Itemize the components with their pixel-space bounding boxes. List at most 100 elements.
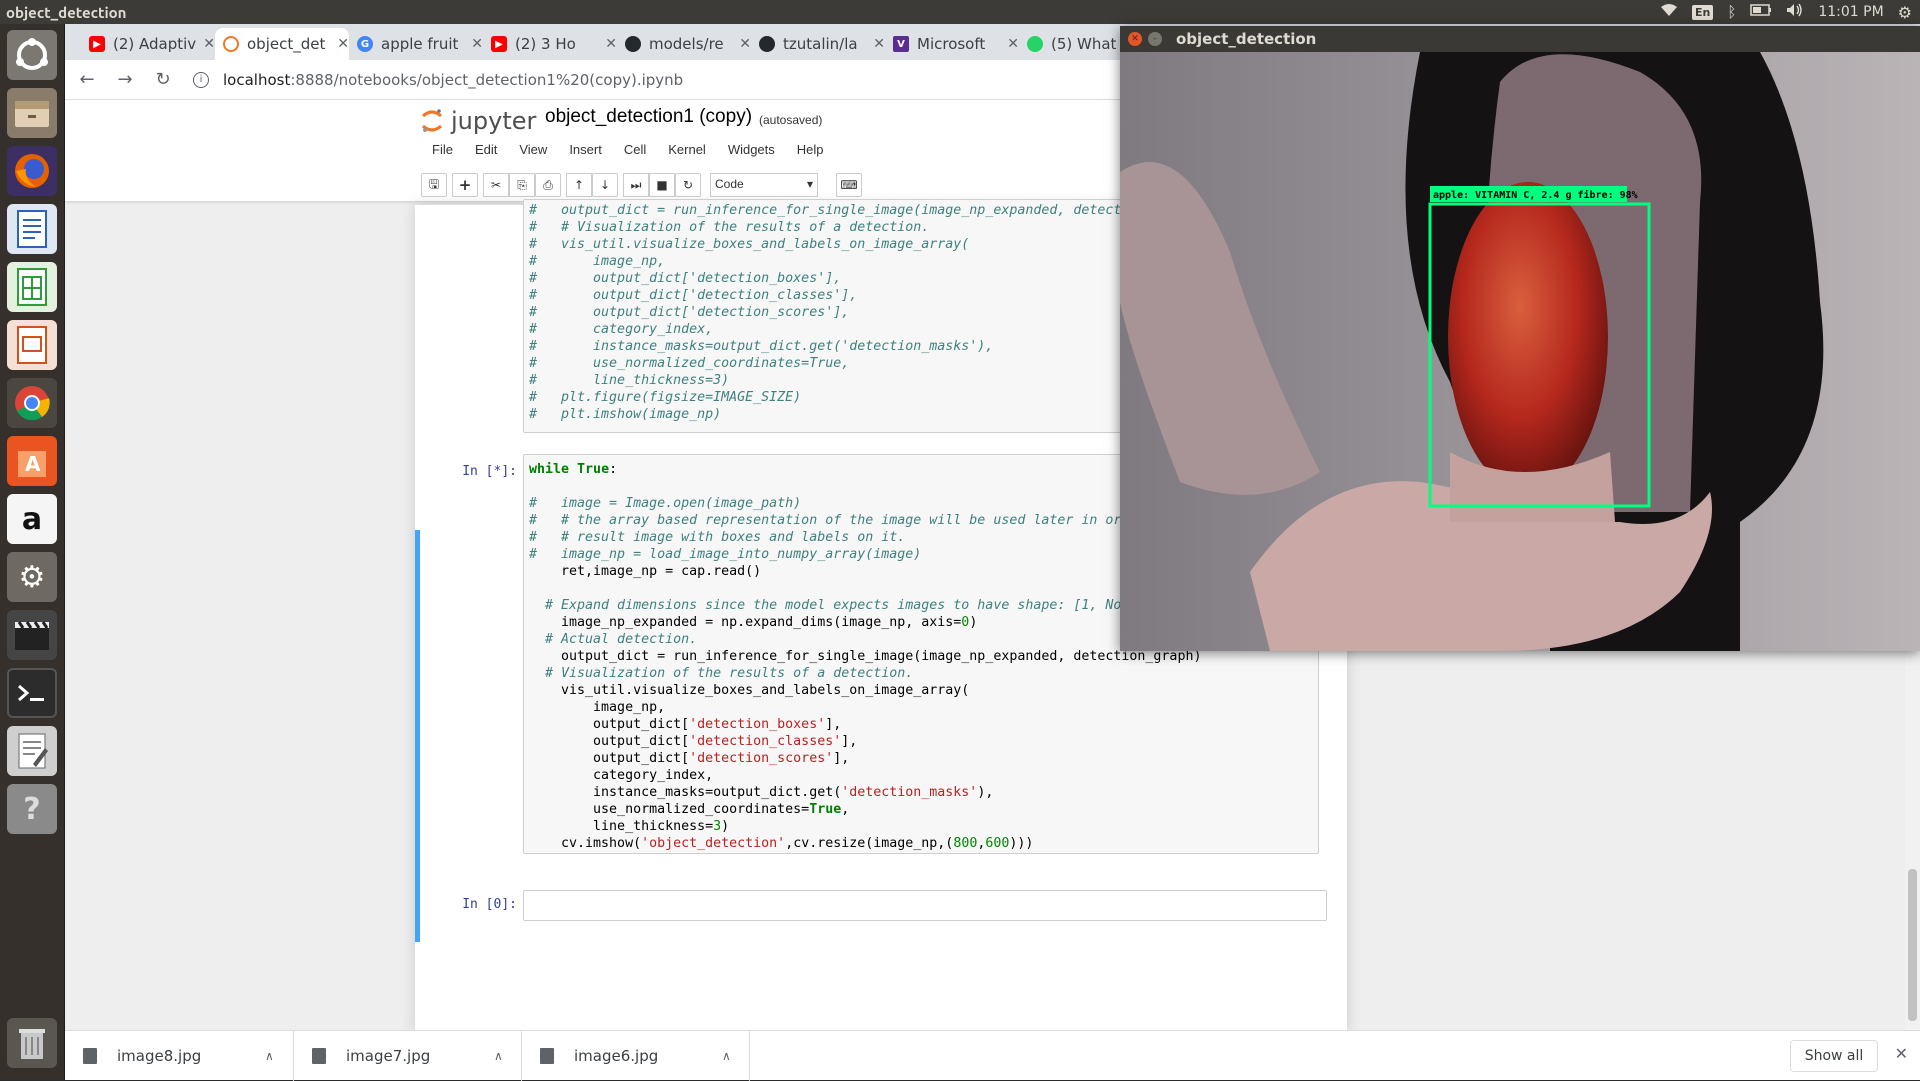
copy-icon[interactable]: ⎘: [509, 173, 535, 197]
download-item[interactable]: image8.jpg ∧: [65, 1031, 294, 1081]
system-settings-icon[interactable]: ⚙: [7, 552, 57, 602]
cut-icon[interactable]: ✂: [483, 173, 509, 197]
keyboard-layout-indicator[interactable]: En: [1691, 4, 1714, 20]
opencv-titlebar[interactable]: ✕ – object_detection: [1120, 26, 1920, 52]
tab-apple-fruit[interactable]: G apple fruit ✕: [349, 28, 483, 60]
menu-view[interactable]: View: [508, 138, 558, 164]
software-center-icon[interactable]: A: [7, 436, 57, 486]
tab-github-models[interactable]: models/re ✕: [617, 28, 751, 60]
ubuntu-dash-icon[interactable]: [7, 30, 57, 80]
code-line: vis_util.visualize_boxes_and_labels_on_i…: [529, 683, 970, 698]
help-icon[interactable]: ?: [7, 784, 57, 834]
download-item[interactable]: image7.jpg ∧: [294, 1031, 522, 1081]
downloads-bar: image8.jpg ∧ image7.jpg ∧ image6.jpg ∧ S…: [65, 1030, 1920, 1081]
url-path: :8888/notebooks/object_detection1%20(cop…: [290, 70, 684, 89]
battery-icon[interactable]: [1750, 4, 1772, 20]
code-line: category_index,: [529, 768, 714, 783]
webcam-frame: apple: VITAMIN C, 2.4 g fibre: 98%: [1120, 52, 1920, 651]
chrome-icon[interactable]: [7, 378, 57, 428]
libreoffice-impress-icon[interactable]: [7, 320, 57, 370]
tab-youtube-adaptive[interactable]: ▶ (2) Adaptiv ✕: [81, 28, 215, 60]
jupyter-logo[interactable]: jupyter: [421, 107, 536, 135]
jupyter-logo-text: jupyter: [451, 107, 537, 135]
menu-help[interactable]: Help: [786, 138, 835, 164]
files-icon[interactable]: [7, 88, 57, 138]
tab-object-detection[interactable]: object_det ✕: [215, 28, 349, 60]
cell-prompt: In [*]:: [462, 464, 517, 479]
chevron-up-icon[interactable]: ∧: [722, 1049, 731, 1063]
save-icon[interactable]: 🖫: [421, 173, 447, 197]
keyboard-icon[interactable]: ⌨: [836, 173, 862, 197]
code-line: output_dict['detection_scores'],: [529, 751, 850, 766]
menu-cell[interactable]: Cell: [613, 138, 657, 164]
run-icon[interactable]: ⏭: [623, 173, 649, 197]
cell-type-select[interactable]: Code ▾: [710, 173, 818, 197]
firefox-icon[interactable]: [7, 146, 57, 196]
tab-youtube-3ho[interactable]: ▶ (2) 3 Ho ✕: [483, 28, 617, 60]
chevron-up-icon[interactable]: ∧: [265, 1049, 274, 1063]
url-host: localhost: [223, 70, 291, 89]
cell-prompt: In [0]:: [462, 897, 517, 912]
close-icon[interactable]: ✕: [471, 36, 483, 52]
close-icon[interactable]: ✕: [1128, 32, 1142, 46]
menu-kernel[interactable]: Kernel: [657, 138, 717, 164]
close-icon[interactable]: ✕: [1895, 1044, 1908, 1063]
jupyter-icon: [223, 36, 239, 52]
amazon-icon[interactable]: a: [7, 494, 57, 544]
code-line: ​: [529, 891, 1326, 908]
libreoffice-calc-icon[interactable]: [7, 262, 57, 312]
menu-insert[interactable]: Insert: [558, 138, 613, 164]
close-icon[interactable]: ✕: [203, 36, 215, 52]
forward-icon[interactable]: →: [109, 64, 141, 96]
scrollbar-thumb[interactable]: [1908, 869, 1917, 1021]
wifi-icon[interactable]: [1660, 3, 1678, 21]
video-editor-icon[interactable]: [7, 610, 57, 660]
libreoffice-writer-icon[interactable]: [7, 204, 57, 254]
close-icon[interactable]: ✕: [605, 36, 617, 52]
minimize-icon[interactable]: –: [1148, 32, 1162, 46]
info-icon[interactable]: i: [193, 71, 209, 88]
detection-label: apple: VITAMIN C, 2.4 g fibre: 98%: [1433, 189, 1638, 201]
code-line: output_dict['detection_boxes'],: [529, 717, 842, 732]
download-filename: image8.jpg: [117, 1047, 202, 1065]
close-icon[interactable]: ✕: [739, 36, 751, 52]
clock[interactable]: 11:01 PM: [1818, 4, 1883, 20]
insert-cell-icon[interactable]: +: [452, 173, 478, 197]
menu-file[interactable]: File: [421, 138, 464, 164]
jupyter-logo-icon: [421, 108, 443, 134]
restart-icon[interactable]: ↻: [675, 173, 701, 197]
trash-icon[interactable]: [7, 1018, 57, 1068]
bluetooth-icon[interactable]: ᛒ: [1727, 3, 1736, 21]
menu-widgets[interactable]: Widgets: [717, 138, 786, 164]
youtube-icon: ▶: [89, 36, 105, 52]
download-item[interactable]: image6.jpg ∧: [522, 1031, 750, 1081]
top-panel: object_detection En ᛒ 11:01 PM ⚙: [0, 0, 1920, 24]
text-editor-icon[interactable]: [7, 726, 57, 776]
terminal-icon[interactable]: [7, 668, 57, 718]
address-bar[interactable]: i localhost:8888/notebooks/object_detect…: [193, 71, 683, 89]
back-icon[interactable]: ←: [71, 64, 103, 96]
code-line: instance_masks=output_dict.get('detectio…: [529, 785, 994, 800]
download-filename: image6.jpg: [574, 1047, 659, 1065]
youtube-icon: ▶: [491, 36, 507, 52]
code-line: output_dict['detection_classes'],: [529, 734, 858, 749]
chevron-up-icon[interactable]: ∧: [494, 1049, 503, 1063]
cell-type-value: Code: [715, 177, 744, 191]
notebook-name[interactable]: object_detection1 (copy): [545, 106, 752, 128]
tab-github-tzutalin[interactable]: tzutalin/la ✕: [751, 28, 885, 60]
move-up-icon[interactable]: ↑: [566, 173, 592, 197]
paste-icon[interactable]: ⎙: [535, 173, 561, 197]
reload-icon[interactable]: ↻: [147, 64, 179, 96]
volume-icon[interactable]: [1786, 3, 1804, 21]
close-icon[interactable]: ✕: [337, 36, 349, 52]
tab-microsoft[interactable]: V Microsoft ✕: [885, 28, 1019, 60]
interrupt-icon[interactable]: ■: [649, 173, 675, 197]
tab-label: models/re: [649, 35, 724, 53]
gear-icon[interactable]: ⚙: [1898, 3, 1912, 22]
close-icon[interactable]: ✕: [873, 36, 885, 52]
close-icon[interactable]: ✕: [1007, 36, 1019, 52]
show-all-button[interactable]: Show all: [1790, 1040, 1878, 1072]
code-editor[interactable]: ​: [523, 890, 1327, 921]
menu-edit[interactable]: Edit: [464, 138, 508, 164]
move-down-icon[interactable]: ↓: [592, 173, 618, 197]
